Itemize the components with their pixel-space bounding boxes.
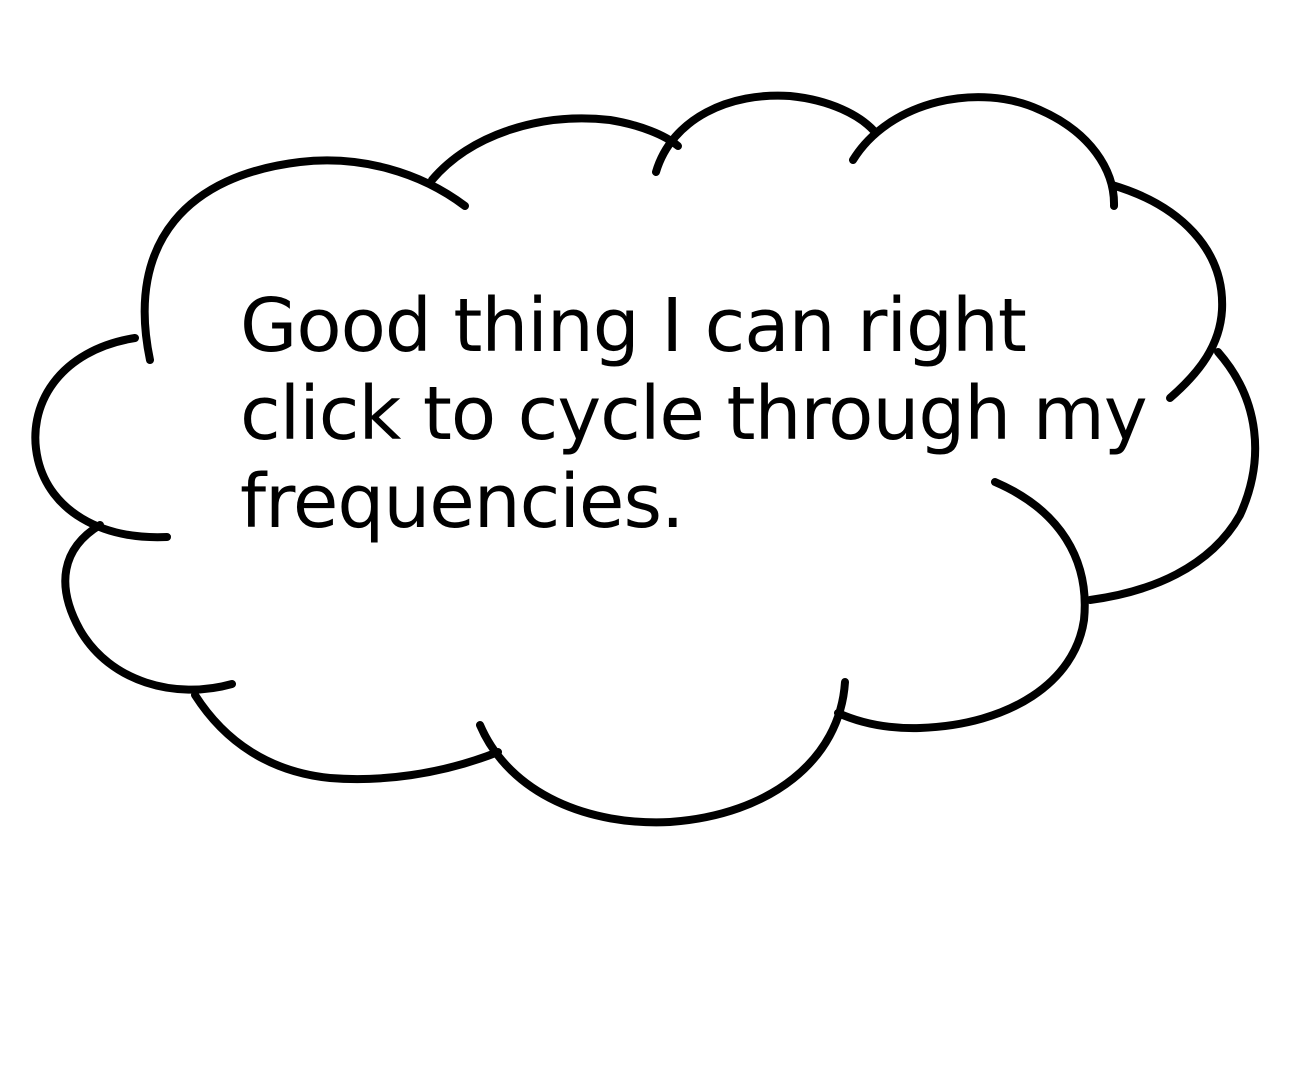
cloud-lobe-bottom — [476, 678, 849, 827]
cloud-lobe-left-lower — [61, 521, 236, 694]
thought-line-2: click to cycle through my — [240, 371, 1148, 457]
thought-line-1: Good thing I can right — [240, 283, 1027, 369]
cloud-lobe-top-middle — [428, 114, 682, 184]
thought-line-3: frequencies. — [240, 459, 685, 545]
cloud-lobe-left-upper — [31, 334, 171, 542]
thought-bubble-text: Good thing I can right click to cycle th… — [240, 282, 1148, 546]
cloud-lobe-top-right — [849, 93, 1119, 210]
cloud-lobe-top — [652, 91, 879, 176]
cloud-lobe-bottom-left — [191, 691, 502, 784]
